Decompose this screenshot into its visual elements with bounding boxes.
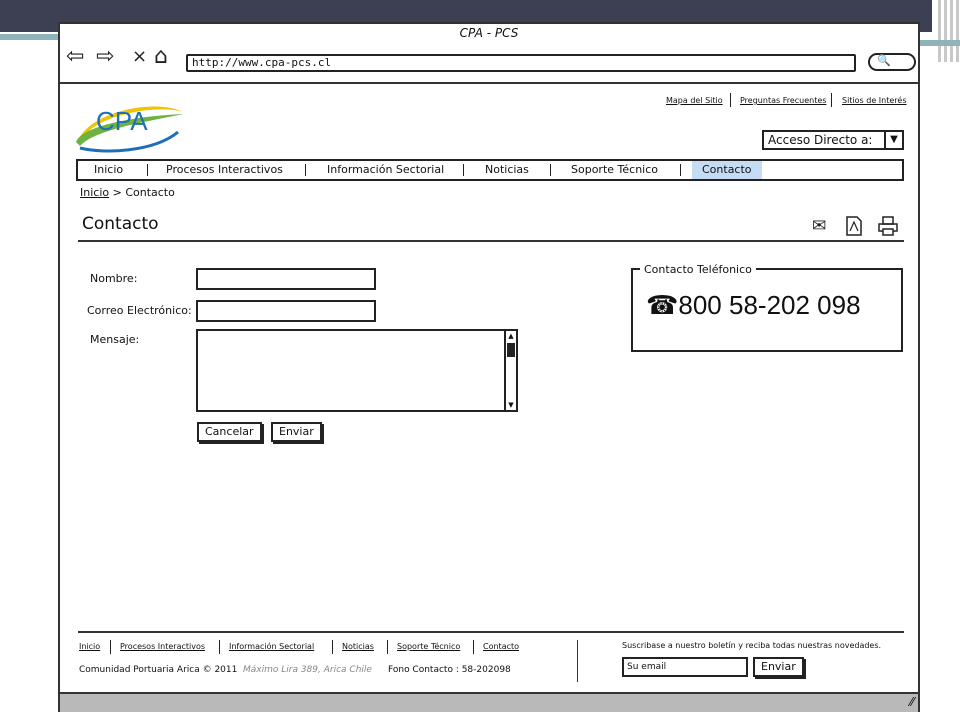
footer-link-divider — [473, 640, 474, 654]
toplink-divider — [730, 93, 731, 107]
footer-vertical-divider — [577, 640, 578, 682]
slide-accent-line-right — [920, 40, 960, 46]
footer-divider — [78, 631, 904, 633]
footer-link-inicio[interactable]: Inicio — [79, 642, 100, 651]
phone-number: 800 58-202 098 — [678, 290, 861, 320]
footer-link-divider — [332, 640, 333, 654]
breadcrumb-separator: > — [112, 186, 122, 199]
cpa-logo[interactable]: CPA — [74, 96, 192, 154]
scroll-thumb[interactable] — [507, 343, 515, 357]
phone-contact-legend: Contacto Teléfonico — [640, 263, 756, 276]
menu-divider — [463, 164, 464, 176]
status-bar: ⁄⁄ — [60, 692, 918, 712]
message-textarea[interactable]: ▲ ▼ — [196, 329, 518, 412]
menu-item-noticias[interactable]: Noticias — [485, 161, 529, 179]
phone-number-row: ☎800 58-202 098 — [646, 290, 861, 321]
name-label: Nombre: — [90, 272, 138, 285]
breadcrumb-home-link[interactable]: Inicio — [80, 186, 109, 199]
forward-arrow-icon[interactable]: ⇨ — [96, 46, 114, 68]
scroll-down-icon[interactable]: ▼ — [506, 400, 516, 410]
home-icon[interactable]: ⌂ — [154, 46, 168, 68]
resize-grip-icon[interactable]: ⁄⁄ — [910, 695, 914, 709]
window-title: CPA - PCS — [459, 26, 519, 40]
page-title: Contacto — [82, 214, 159, 234]
newsletter-email-input[interactable]: Su email — [622, 657, 748, 677]
newsletter-submit-button[interactable]: Enviar — [753, 657, 804, 677]
message-scrollbar[interactable]: ▲ ▼ — [504, 331, 516, 410]
newsletter-email-placeholder: Su email — [627, 662, 667, 672]
menu-item-soporte[interactable]: Soporte Técnico — [571, 161, 658, 179]
browser-search-box[interactable]: 🔍 — [868, 53, 916, 71]
main-menu: Inicio Procesos Interactivos Información… — [76, 159, 904, 181]
footer-link-procesos[interactable]: Procesos Interactivos — [120, 642, 205, 651]
pdf-icon[interactable] — [846, 216, 862, 236]
menu-item-inicio[interactable]: Inicio — [94, 161, 123, 179]
footer-fono: Fono Contacto : 58-202098 — [388, 665, 511, 675]
footer-link-divider — [387, 640, 388, 654]
email-icon[interactable]: ✉ — [812, 216, 826, 236]
footer-link-divider — [219, 640, 220, 654]
footer-address: Máximo Lira 389, Arica Chile — [243, 665, 372, 675]
search-icon: 🔍 — [877, 54, 891, 67]
close-icon[interactable]: × — [132, 46, 147, 68]
print-icon[interactable] — [878, 216, 898, 236]
footer-link-informacion[interactable]: Información Sectorial — [229, 642, 314, 651]
menu-item-informacion[interactable]: Información Sectorial — [327, 161, 444, 179]
menu-divider — [147, 164, 148, 176]
title-divider — [78, 240, 904, 242]
menu-divider — [550, 164, 551, 176]
toplink-divider — [831, 93, 832, 107]
menu-item-procesos[interactable]: Procesos Interactivos — [166, 161, 283, 179]
footer-link-soporte[interactable]: Soporte Técnico — [397, 642, 460, 651]
back-arrow-icon[interactable]: ⇦ — [66, 46, 84, 68]
toplink-preguntas[interactable]: Preguntas Frecuentes — [740, 96, 826, 105]
url-field[interactable]: http://www.cpa-pcs.cl — [186, 54, 856, 72]
name-input[interactable] — [196, 268, 376, 290]
slide-accent-line — [0, 34, 60, 40]
menu-divider — [305, 164, 306, 176]
submit-button[interactable]: Enviar — [271, 422, 322, 442]
menu-divider — [680, 164, 681, 176]
breadcrumb-current: Contacto — [125, 186, 175, 199]
toplink-mapa[interactable]: Mapa del Sitio — [666, 96, 723, 105]
slide-corner-decoration — [932, 0, 960, 62]
phone-icon: ☎ — [646, 290, 679, 320]
footer-org: Comunidad Portuaria Arica © 2011 — [79, 665, 238, 675]
menu-item-contacto[interactable]: Contacto — [692, 161, 762, 179]
dropdown-arrow-icon[interactable]: ▼ — [884, 132, 902, 148]
acceso-label: Acceso Directo a: — [768, 133, 873, 147]
cancel-button[interactable]: Cancelar — [197, 422, 262, 442]
message-label: Mensaje: — [90, 333, 140, 346]
footer-link-noticias[interactable]: Noticias — [342, 642, 374, 651]
footer-link-contacto[interactable]: Contacto — [483, 642, 519, 651]
email-input[interactable] — [196, 300, 376, 322]
newsletter-text: Suscribase a nuestro boletín y reciba to… — [622, 641, 882, 650]
logo-text: CPA — [96, 106, 148, 136]
browser-toolbar-divider — [60, 82, 918, 84]
toplink-sitios[interactable]: Sitios de Interés — [842, 96, 907, 105]
footer-link-divider — [110, 640, 111, 654]
acceso-directo-select[interactable]: Acceso Directo a: ▼ — [762, 130, 904, 150]
email-label: Correo Electrónico: — [87, 304, 192, 317]
breadcrumb: Inicio > Contacto — [80, 186, 175, 199]
scroll-up-icon[interactable]: ▲ — [506, 331, 516, 341]
